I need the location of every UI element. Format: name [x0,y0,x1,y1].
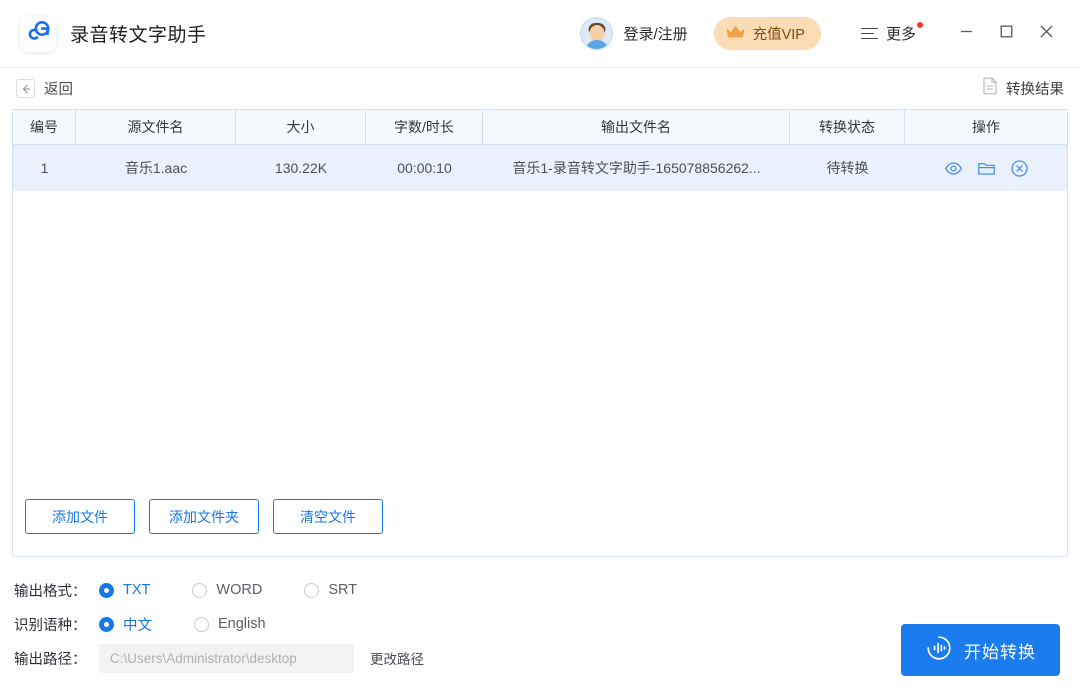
output-format-options: TXT WORD SRT [99,582,399,598]
file-action-bar: 添加文件 添加文件夹 清空文件 [13,499,1067,556]
hamburger-icon [861,28,878,40]
change-path-button[interactable]: 更改路径 [370,648,424,668]
language-label: 识别语种： [14,614,99,635]
radio-format-srt[interactable]: SRT [304,582,357,598]
column-header-source: 源文件名 [76,110,236,144]
close-icon [1038,23,1055,45]
cell-source: 音乐1.aac [76,145,236,191]
output-path-label: 输出路径： [14,648,99,669]
minimize-icon [959,24,974,44]
cell-duration: 00:00:10 [366,145,483,191]
title-bar: 录音转文字助手 登录/注册 充值VIP [0,0,1080,68]
close-button[interactable] [1026,16,1066,52]
radio-language-english[interactable]: English [194,616,266,632]
maximize-icon [999,24,1014,44]
radio-format-srt-label: SRT [328,582,357,598]
remove-circle-icon[interactable] [1010,159,1029,178]
column-header-actions: 操作 [905,110,1067,144]
notification-badge-dot [917,22,923,28]
cell-output: 音乐1-录音转文字助手-165078856262... [483,145,790,191]
cell-actions [905,145,1067,191]
table-body: 1 音乐1.aac 130.22K 00:00:10 音乐1-录音转文字助手-1… [13,145,1067,499]
more-text: 更多 [886,26,916,43]
radio-dot-icon [99,583,114,598]
column-header-output: 输出文件名 [483,110,790,144]
start-conversion-button[interactable]: 开始转换 [901,624,1060,676]
column-header-status: 转换状态 [790,110,905,144]
back-label: 返回 [44,78,73,99]
cell-no: 1 [13,145,76,191]
settings-area: 输出格式： TXT WORD SRT 识别语种： [0,557,1080,700]
output-format-row: 输出格式： TXT WORD SRT [14,573,1080,607]
open-folder-icon[interactable] [977,159,996,178]
audio-rings-logo-icon [26,19,51,49]
minimize-button[interactable] [946,16,986,52]
column-header-duration: 字数/时长 [366,110,483,144]
radio-dot-icon [99,617,114,632]
titlebar-right-group: 登录/注册 充值VIP 更多 [580,16,1066,52]
column-header-no: 编号 [13,110,76,144]
sub-toolbar: 返回 转换结果 [0,68,1080,109]
radio-format-word[interactable]: WORD [192,582,262,598]
account-label: 登录/注册 [623,23,687,44]
table-header-row: 编号 源文件名 大小 字数/时长 输出文件名 转换状态 操作 [13,110,1067,145]
vip-label: 充值VIP [753,23,805,44]
conversion-result-label: 转换结果 [1006,78,1064,99]
cell-status: 待转换 [790,145,905,191]
file-list-panel: 编号 源文件名 大小 字数/时长 输出文件名 转换状态 操作 1 音乐1.aac… [12,109,1068,557]
crown-icon [725,24,746,43]
clear-files-button[interactable]: 清空文件 [273,499,383,534]
radio-dot-icon [192,583,207,598]
output-format-label: 输出格式： [14,580,99,601]
radio-format-txt-label: TXT [123,582,150,598]
app-title: 录音转文字助手 [70,20,207,47]
column-header-size: 大小 [236,110,366,144]
start-conversion-label: 开始转换 [964,638,1036,663]
language-options: 中文 English [99,614,308,635]
radio-format-word-label: WORD [216,582,262,598]
conversion-result-button[interactable]: 转换结果 [982,77,1064,100]
output-path-input[interactable] [99,644,354,673]
document-icon [982,77,998,100]
radio-language-english-label: English [218,616,266,632]
preview-eye-icon[interactable] [944,159,963,178]
recharge-vip-button[interactable]: 充值VIP [714,17,821,50]
table-row[interactable]: 1 音乐1.aac 130.22K 00:00:10 音乐1-录音转文字助手-1… [13,145,1067,191]
radio-dot-icon [194,617,209,632]
radio-format-txt[interactable]: TXT [99,582,150,598]
row-action-group [944,159,1029,178]
waveform-circle-icon [925,634,953,667]
add-folder-button[interactable]: 添加文件夹 [149,499,259,534]
window-controls [946,16,1066,52]
app-window: 录音转文字助手 登录/注册 充值VIP [0,0,1080,700]
more-label: 更多 [886,23,916,44]
more-menu-button[interactable]: 更多 [861,23,916,44]
back-button[interactable]: 返回 [16,78,73,99]
account-login-button[interactable]: 登录/注册 [580,17,687,50]
maximize-button[interactable] [986,16,1026,52]
arrow-left-icon [16,79,35,98]
user-avatar [580,17,613,50]
radio-language-chinese-label: 中文 [123,614,152,635]
radio-language-chinese[interactable]: 中文 [99,614,152,635]
radio-dot-icon [304,583,319,598]
add-file-button[interactable]: 添加文件 [25,499,135,534]
cell-size: 130.22K [236,145,366,191]
app-logo [20,16,56,52]
